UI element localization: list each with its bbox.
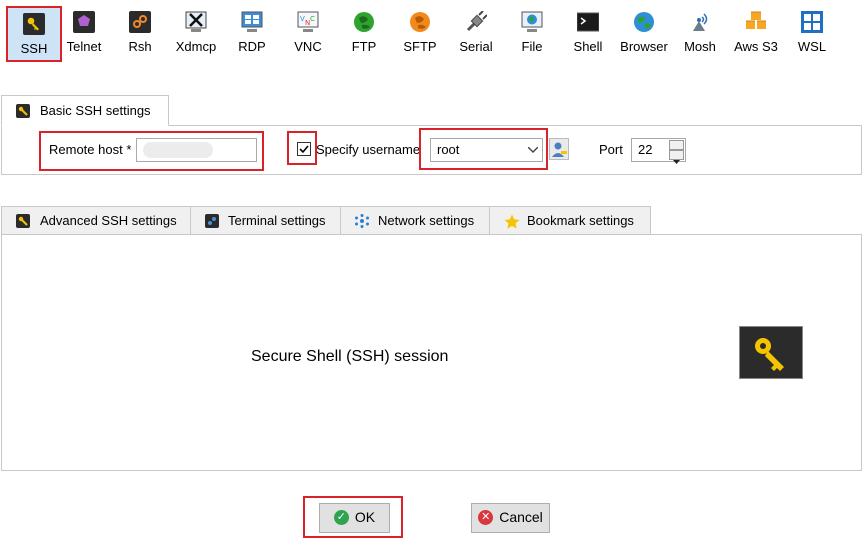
rdp-icon (241, 11, 263, 33)
session-type-aws-s3[interactable]: Aws S3 (728, 6, 784, 62)
aws-s3-icon (745, 11, 767, 33)
user-credentials-button[interactable] (549, 138, 569, 160)
serial-plug-icon (465, 10, 488, 33)
session-type-sftp[interactable]: SFTP (392, 6, 448, 62)
session-type-xdmcp[interactable]: Xdmcp (168, 6, 224, 62)
xdmcp-icon (185, 11, 207, 33)
user-key-icon (552, 142, 567, 157)
session-type-serial[interactable]: Serial (448, 6, 504, 62)
ok-highlight (303, 496, 403, 538)
session-type-mosh[interactable]: Mosh (672, 6, 728, 62)
mosh-icon (689, 11, 711, 33)
telnet-icon (73, 11, 95, 33)
tab-advanced-ssh-settings[interactable]: Advanced SSH settings (1, 206, 191, 235)
session-type-shell[interactable]: Shell (560, 6, 616, 62)
wrench-key-icon (16, 213, 30, 228)
wsl-windows-icon (801, 11, 823, 33)
specify-username-label: Specify username (316, 142, 421, 157)
wrench-key-icon (16, 103, 30, 118)
ftp-icon (353, 11, 375, 33)
session-type-vnc[interactable]: VNC VNC (280, 6, 336, 62)
sftp-icon (409, 11, 431, 33)
cancel-circle-icon: ✕ (478, 509, 494, 525)
rsh-icon (129, 11, 151, 33)
session-type-rdp[interactable]: RDP (224, 6, 280, 62)
session-type-browser[interactable]: Browser (616, 6, 672, 62)
session-description: Secure Shell (SSH) session (251, 348, 449, 365)
browser-globe-icon (633, 11, 655, 33)
shell-terminal-icon (576, 11, 600, 33)
session-type-ftp[interactable]: FTP (336, 6, 392, 62)
file-icon (521, 11, 543, 33)
star-icon (504, 214, 520, 229)
session-type-file[interactable]: File (504, 6, 560, 62)
port-label: Port (599, 142, 623, 157)
session-type-telnet[interactable]: Telnet (56, 6, 112, 62)
tab-basic-ssh-settings[interactable]: Basic SSH settings (1, 95, 169, 126)
session-type-rsh[interactable]: Rsh (112, 6, 168, 62)
tab-bookmark-settings[interactable]: Bookmark settings (489, 206, 651, 235)
port-spinner[interactable]: 22 (631, 138, 686, 164)
username-highlight (419, 128, 548, 170)
terminal-icon (205, 213, 219, 228)
vnc-icon: VNC (297, 11, 319, 33)
port-up-button[interactable] (669, 140, 684, 154)
arrow-down-icon (673, 160, 680, 164)
svg-text:C: C (310, 15, 315, 23)
session-type-wsl[interactable]: WSL (784, 6, 840, 62)
port-down-button[interactable] (669, 150, 684, 164)
network-icon (355, 213, 369, 228)
checkbox-highlight (287, 131, 317, 165)
remote-host-highlight (39, 131, 264, 171)
tab-terminal-settings[interactable]: Terminal settings (190, 206, 341, 235)
cancel-button[interactable]: ✕ Cancel (471, 503, 550, 533)
ssh-key-icon (23, 13, 45, 35)
tab-network-settings[interactable]: Network settings (340, 206, 490, 235)
key-icon (739, 326, 803, 379)
